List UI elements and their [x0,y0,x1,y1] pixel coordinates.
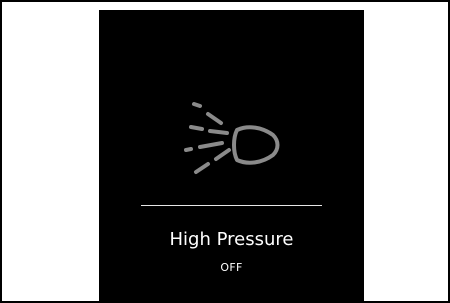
high-pressure-toggle-tile[interactable]: High Pressure OFF [99,10,364,301]
high-pressure-nozzle-icon [184,102,280,174]
divider [141,205,322,206]
control-title: High Pressure [169,229,294,250]
screenshot-frame: High Pressure OFF [0,0,450,303]
control-status: OFF [220,261,243,274]
